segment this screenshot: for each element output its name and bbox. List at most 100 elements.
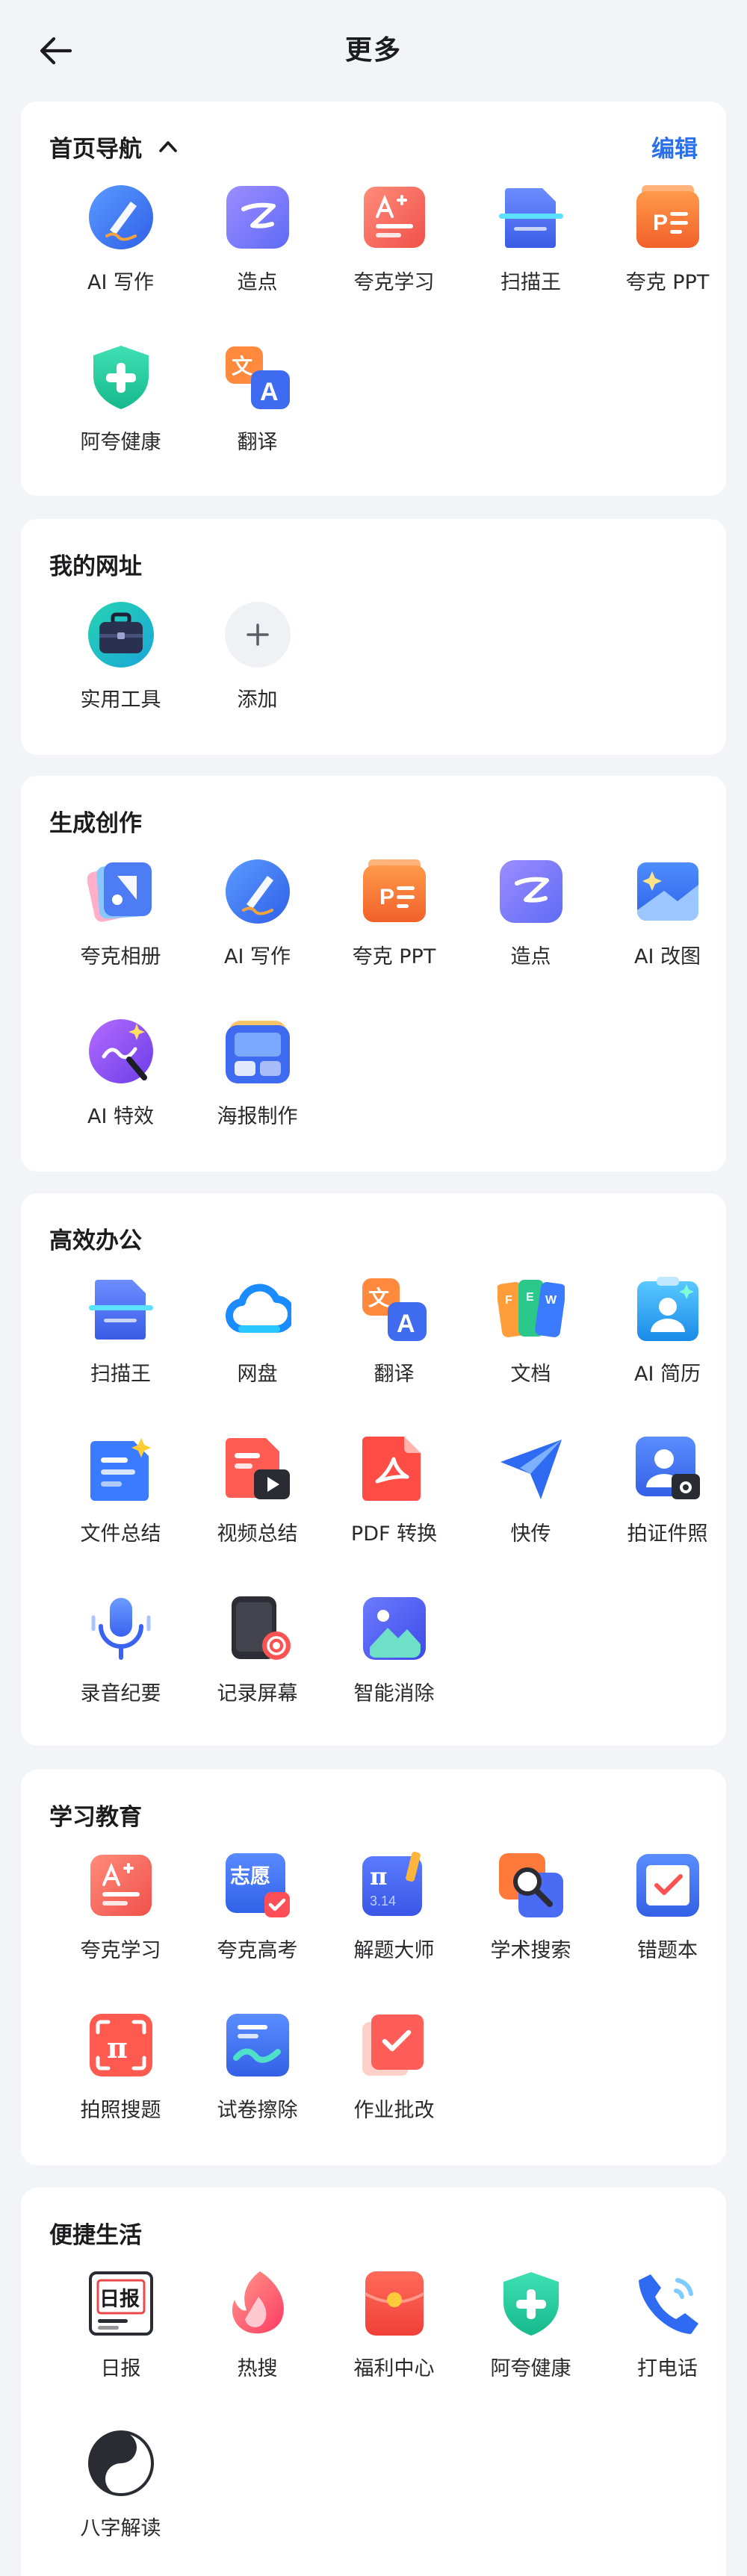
- shortcut-tile-ai-write[interactable]: AI 写作: [189, 858, 326, 1018]
- resume-icon: [634, 1275, 701, 1343]
- section-card: 便捷生活 日报 日报 热搜 福利中心 阿夸健康 打电话 八字解读: [21, 2188, 726, 2576]
- section-card: 我的网址 实用工具 添加: [21, 519, 726, 755]
- shortcut-tile-cloud-drive[interactable]: 网盘: [189, 1275, 326, 1435]
- yin-yang-icon: [87, 2430, 155, 2497]
- shortcut-tile-smart-erase[interactable]: 智能消除: [326, 1595, 462, 1755]
- shortcut-tile-toolbox[interactable]: 实用工具: [52, 601, 189, 761]
- shortcut-grid: AI 写作 造点 夸克学习 扫描王 P 夸克 PPT 阿夸健康 文 A 翻译: [21, 184, 726, 503]
- smart-erase-icon: [361, 1595, 428, 1662]
- translate-icon: 文A: [361, 1275, 428, 1343]
- section-header: 学习教育: [49, 1798, 698, 1831]
- video-summary-icon: [224, 1435, 291, 1502]
- shortcut-tile-hot-search[interactable]: 热搜: [189, 2270, 326, 2430]
- collapse-toggle[interactable]: [158, 137, 178, 156]
- shortcut-tile-zaodian[interactable]: 造点: [189, 184, 326, 343]
- shortcut-tile-mistake-book[interactable]: 错题本: [599, 1852, 736, 2012]
- svg-text:文: 文: [232, 354, 252, 379]
- svg-text:P: P: [379, 885, 394, 909]
- health-shield-icon: [87, 343, 155, 411]
- album-icon: [87, 858, 155, 925]
- shortcut-tile-poster[interactable]: 海报制作: [189, 1018, 326, 1177]
- shortcut-tile-math-solver[interactable]: π 3.14 解题大师: [326, 1852, 462, 2012]
- quark-study-icon: [87, 1852, 155, 1919]
- shortcut-tile-homework-check[interactable]: 作业批改: [326, 2012, 462, 2171]
- shortcut-label: 翻译: [374, 1363, 415, 1386]
- shortcut-tile-daily-news[interactable]: 日报 日报: [52, 2270, 189, 2430]
- shortcut-tile-add[interactable]: 添加: [189, 601, 326, 761]
- shortcut-tile-paper-erase[interactable]: 试卷擦除: [189, 2012, 326, 2171]
- shortcut-tile-paper-plane[interactable]: 快传: [462, 1435, 599, 1595]
- shortcut-label: 夸克相册: [80, 945, 161, 968]
- shortcut-label: 夸克学习: [80, 1939, 161, 1962]
- shortcut-tile-quark-study[interactable]: 夸克学习: [326, 184, 462, 343]
- shortcut-label: 学术搜索: [490, 1939, 571, 1962]
- phone-icon: [634, 2270, 701, 2337]
- shortcut-tile-screen-record[interactable]: 记录屏幕: [189, 1595, 326, 1755]
- shortcut-label: 实用工具: [80, 688, 161, 712]
- shortcut-label: 解题大师: [353, 1939, 435, 1962]
- shortcut-tile-red-envelope[interactable]: 福利中心: [326, 2270, 462, 2430]
- shortcut-tile-ai-image-edit[interactable]: AI 改图: [599, 858, 736, 1018]
- shortcut-label: 文件总结: [80, 1522, 161, 1546]
- ai-write-icon: [87, 184, 155, 251]
- section-card: 首页导航 编辑 AI 写作 造点 夸克学习 扫描王 P 夸克 PPT 阿夸健康 文 A 翻译: [21, 102, 726, 496]
- section-title: 生成创作: [49, 809, 142, 837]
- math-solver-icon: π 3.14: [361, 1852, 428, 1919]
- shortcut-tile-yin-yang[interactable]: 八字解读: [52, 2430, 189, 2576]
- shortcut-label: 夸克 PPT: [352, 945, 436, 968]
- shortcut-tile-scanner[interactable]: 扫描王: [462, 184, 599, 343]
- id-photo-icon: [634, 1435, 701, 1502]
- shortcut-tile-health-shield[interactable]: 阿夸健康: [462, 2270, 599, 2430]
- shortcut-label: 夸克 PPT: [625, 271, 710, 294]
- shortcut-label: AI 特效: [87, 1105, 154, 1128]
- svg-text:π: π: [370, 1862, 387, 1891]
- shortcut-label: 拍证件照: [627, 1522, 708, 1546]
- section-header: 我的网址: [49, 547, 698, 580]
- svg-text:P: P: [653, 211, 668, 235]
- shortcut-tile-health-shield[interactable]: 阿夸健康: [52, 343, 189, 503]
- section-header: 首页导航 编辑: [49, 130, 698, 163]
- section-title: 首页导航: [49, 135, 142, 163]
- shortcut-tile-video-summary[interactable]: 视频总结: [189, 1435, 326, 1595]
- shortcut-tile-resume[interactable]: AI 简历: [599, 1275, 736, 1435]
- shortcut-tile-phone[interactable]: 打电话: [599, 2270, 736, 2430]
- shortcut-tile-ppt[interactable]: P 夸克 PPT: [599, 184, 736, 343]
- shortcut-tile-ai-effects[interactable]: AI 特效: [52, 1018, 189, 1177]
- shortcut-tile-academic-search[interactable]: 学术搜索: [462, 1852, 599, 2012]
- shortcut-tile-translate[interactable]: 文 A 翻译: [189, 343, 326, 503]
- shortcut-tile-photo-search[interactable]: π 拍照搜题: [52, 2012, 189, 2171]
- gaokao-icon: 志愿: [224, 1852, 291, 1919]
- svg-text:W: W: [545, 1294, 557, 1307]
- shortcut-label: PDF 转换: [350, 1522, 438, 1546]
- shortcut-tile-file-summary[interactable]: 文件总结: [52, 1435, 189, 1595]
- shortcut-label: AI 写作: [87, 271, 154, 294]
- section-card: 生成创作 夸克相册 AI 写作 P 夸克 PPT 造点 AI 改图 AI 特效 海报制作: [21, 776, 726, 1172]
- shortcut-label: 造点: [237, 271, 278, 294]
- toolbox-icon: [87, 601, 155, 668]
- shortcut-tile-documents[interactable]: F E W 文档: [462, 1275, 599, 1435]
- shortcut-label: AI 写作: [223, 945, 291, 968]
- section-header: 高效办公: [49, 1222, 698, 1254]
- shortcut-tile-translate[interactable]: 文 A 翻译: [326, 1275, 462, 1435]
- shortcut-tile-pdf-convert[interactable]: PDF 转换: [326, 1435, 462, 1595]
- shortcut-tile-scanner[interactable]: 扫描王: [52, 1275, 189, 1435]
- red-envelope-icon: [361, 2270, 428, 2337]
- shortcut-tile-ppt[interactable]: P 夸克 PPT: [326, 858, 462, 1018]
- shortcut-tile-gaokao[interactable]: 志愿 夸克高考: [189, 1852, 326, 2012]
- svg-text:文: 文: [368, 1286, 389, 1310]
- shortcut-tile-id-photo[interactable]: 拍证件照: [599, 1435, 736, 1595]
- homework-check-icon: [361, 2012, 428, 2079]
- shortcut-tile-zaodian[interactable]: 造点: [462, 858, 599, 1018]
- shortcut-tile-album[interactable]: 夸克相册: [52, 858, 189, 1018]
- zaodian-icon: [498, 858, 565, 925]
- shortcut-label: AI 简历: [633, 1363, 701, 1386]
- shortcut-tile-ai-write[interactable]: AI 写作: [52, 184, 189, 343]
- edit-button[interactable]: 编辑: [651, 130, 698, 164]
- shortcut-label: 记录屏幕: [217, 1682, 298, 1705]
- screen-record-icon: [224, 1595, 291, 1662]
- paper-plane-icon: [498, 1435, 565, 1502]
- shortcut-tile-quark-study[interactable]: 夸克学习: [52, 1852, 189, 2012]
- shortcut-grid: 实用工具 添加: [21, 601, 726, 761]
- cloud-drive-icon: [224, 1275, 291, 1343]
- shortcut-tile-microphone[interactable]: 录音纪要: [52, 1595, 189, 1755]
